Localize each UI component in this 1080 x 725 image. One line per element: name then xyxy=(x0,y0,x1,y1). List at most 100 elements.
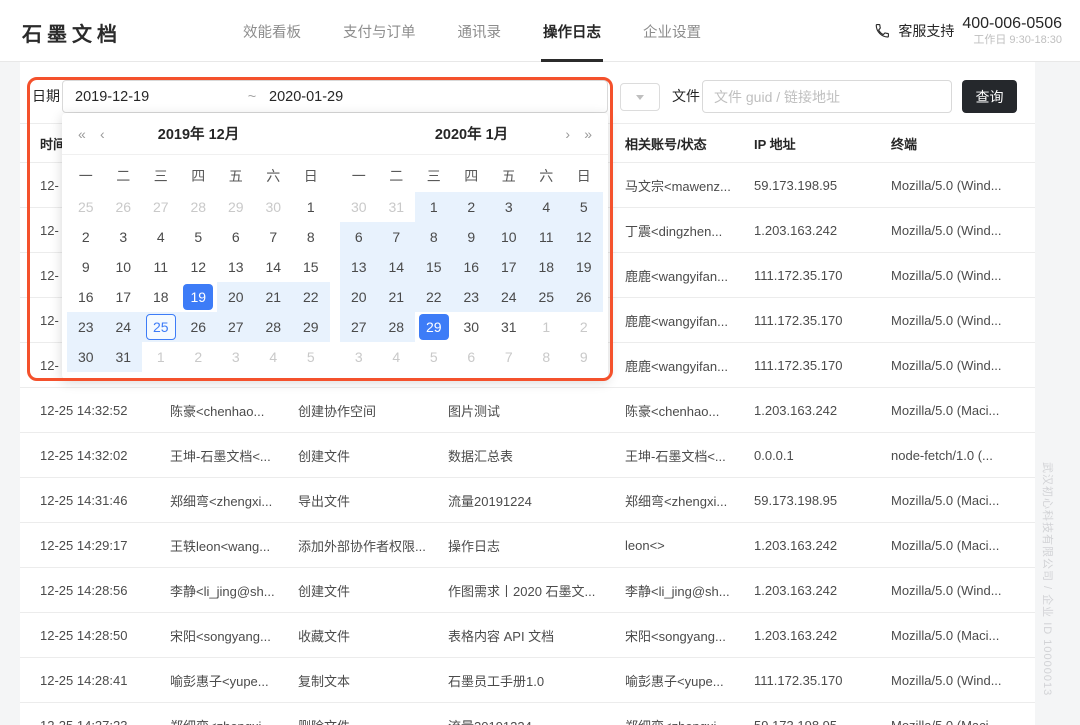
calendar-day-other-month[interactable]: 31 xyxy=(378,192,416,222)
calendar-day-other-month[interactable]: 5 xyxy=(292,342,330,372)
calendar-day[interactable]: 24 xyxy=(105,312,143,342)
calendar-day-other-month[interactable]: 9 xyxy=(565,342,603,372)
date-range-start[interactable]: 2019-12-19 xyxy=(75,89,235,105)
prev-month-icon[interactable]: ‹ xyxy=(100,113,105,155)
calendar-day[interactable]: 17 xyxy=(105,282,143,312)
calendar-day[interactable]: 4 xyxy=(528,192,566,222)
calendar-day-other-month[interactable]: 6 xyxy=(453,342,491,372)
calendar-day-other-month[interactable]: 29 xyxy=(217,192,255,222)
calendar-day-other-month[interactable]: 2 xyxy=(565,312,603,342)
date-preset-dropdown[interactable] xyxy=(620,83,660,111)
calendar-day-today[interactable]: 25 xyxy=(142,312,180,342)
date-range-end[interactable]: 2020-01-29 xyxy=(269,89,343,105)
calendar-day[interactable]: 23 xyxy=(453,282,491,312)
calendar-day[interactable]: 23 xyxy=(67,312,105,342)
calendar-day[interactable]: 11 xyxy=(142,252,180,282)
calendar-day[interactable]: 3 xyxy=(105,222,143,252)
calendar-day[interactable]: 6 xyxy=(217,222,255,252)
calendar-day[interactable]: 9 xyxy=(453,222,491,252)
calendar-day-other-month[interactable]: 28 xyxy=(180,192,218,222)
calendar-day-other-month[interactable]: 3 xyxy=(340,342,378,372)
calendar-day[interactable]: 21 xyxy=(378,282,416,312)
calendar-day[interactable]: 31 xyxy=(105,342,143,372)
next-month-icon[interactable]: › xyxy=(565,113,570,155)
calendar-day[interactable]: 16 xyxy=(67,282,105,312)
date-range-input[interactable]: 2019-12-19 ~ 2020-01-29 xyxy=(62,80,608,113)
calendar-day[interactable]: 14 xyxy=(255,252,293,282)
calendar-day[interactable]: 24 xyxy=(490,282,528,312)
calendar-day[interactable]: 20 xyxy=(217,282,255,312)
calendar-day[interactable]: 13 xyxy=(217,252,255,282)
calendar-day-selected[interactable]: 19 xyxy=(180,282,218,312)
calendar-day-other-month[interactable]: 2 xyxy=(180,342,218,372)
calendar-day[interactable]: 13 xyxy=(340,252,378,282)
nav-item-dashboard[interactable]: 效能看板 xyxy=(243,0,301,62)
calendar-day[interactable]: 6 xyxy=(340,222,378,252)
calendar-day-other-month[interactable]: 1 xyxy=(528,312,566,342)
file-search-input[interactable] xyxy=(702,80,952,113)
calendar-day[interactable]: 3 xyxy=(490,192,528,222)
nav-item-contacts[interactable]: 通讯录 xyxy=(458,0,502,62)
calendar-day[interactable]: 19 xyxy=(565,252,603,282)
calendar-day[interactable]: 16 xyxy=(453,252,491,282)
calendar-day[interactable]: 30 xyxy=(67,342,105,372)
calendar-day-other-month[interactable]: 30 xyxy=(255,192,293,222)
calendar-day[interactable]: 22 xyxy=(415,282,453,312)
calendar-day-other-month[interactable]: 4 xyxy=(255,342,293,372)
calendar-day[interactable]: 26 xyxy=(565,282,603,312)
calendar-day[interactable]: 2 xyxy=(453,192,491,222)
calendar-day[interactable]: 5 xyxy=(180,222,218,252)
calendar-day[interactable]: 26 xyxy=(180,312,218,342)
nav-item-operation-log[interactable]: 操作日志 xyxy=(543,0,601,62)
calendar-day[interactable]: 9 xyxy=(67,252,105,282)
calendar-day-other-month[interactable]: 4 xyxy=(378,342,416,372)
calendar-day[interactable]: 31 xyxy=(490,312,528,342)
calendar-day[interactable]: 28 xyxy=(255,312,293,342)
calendar-day[interactable]: 18 xyxy=(142,282,180,312)
calendar-day[interactable]: 7 xyxy=(255,222,293,252)
calendar-day[interactable]: 17 xyxy=(490,252,528,282)
calendar-day-other-month[interactable]: 1 xyxy=(142,342,180,372)
calendar-day[interactable]: 1 xyxy=(415,192,453,222)
calendar-day[interactable]: 27 xyxy=(340,312,378,342)
calendar-day[interactable]: 15 xyxy=(292,252,330,282)
nav-item-payments-orders[interactable]: 支付与订单 xyxy=(343,0,416,62)
calendar-day[interactable]: 12 xyxy=(180,252,218,282)
calendar-day[interactable]: 30 xyxy=(453,312,491,342)
calendar-day-other-month[interactable]: 26 xyxy=(105,192,143,222)
calendar-day[interactable]: 15 xyxy=(415,252,453,282)
calendar-day[interactable]: 5 xyxy=(565,192,603,222)
calendar-day[interactable]: 10 xyxy=(490,222,528,252)
prev-year-icon[interactable]: « xyxy=(78,113,86,155)
nav-item-enterprise-settings[interactable]: 企业设置 xyxy=(643,0,701,62)
calendar-day[interactable]: 20 xyxy=(340,282,378,312)
calendar-day[interactable]: 27 xyxy=(217,312,255,342)
calendar-day[interactable]: 22 xyxy=(292,282,330,312)
calendar-day-other-month[interactable]: 27 xyxy=(142,192,180,222)
calendar-day-other-month[interactable]: 30 xyxy=(340,192,378,222)
calendar-day[interactable]: 8 xyxy=(415,222,453,252)
calendar-day-other-month[interactable]: 25 xyxy=(67,192,105,222)
calendar-day[interactable]: 28 xyxy=(378,312,416,342)
weekday-label: 四 xyxy=(453,160,491,192)
calendar-day[interactable]: 25 xyxy=(528,282,566,312)
calendar-day-other-month[interactable]: 3 xyxy=(217,342,255,372)
calendar-day[interactable]: 21 xyxy=(255,282,293,312)
calendar-day[interactable]: 8 xyxy=(292,222,330,252)
calendar-day-other-month[interactable]: 7 xyxy=(490,342,528,372)
calendar-day[interactable]: 2 xyxy=(67,222,105,252)
calendar-day[interactable]: 11 xyxy=(528,222,566,252)
next-year-icon[interactable]: » xyxy=(584,113,592,155)
calendar-day-other-month[interactable]: 5 xyxy=(415,342,453,372)
query-button[interactable]: 查询 xyxy=(962,80,1017,113)
calendar-day[interactable]: 10 xyxy=(105,252,143,282)
calendar-day[interactable]: 4 xyxy=(142,222,180,252)
calendar-day[interactable]: 14 xyxy=(378,252,416,282)
calendar-day[interactable]: 29 xyxy=(292,312,330,342)
calendar-day[interactable]: 7 xyxy=(378,222,416,252)
calendar-day-selected[interactable]: 29 xyxy=(415,312,453,342)
calendar-day[interactable]: 12 xyxy=(565,222,603,252)
calendar-day[interactable]: 1 xyxy=(292,192,330,222)
calendar-day[interactable]: 18 xyxy=(528,252,566,282)
calendar-day-other-month[interactable]: 8 xyxy=(528,342,566,372)
